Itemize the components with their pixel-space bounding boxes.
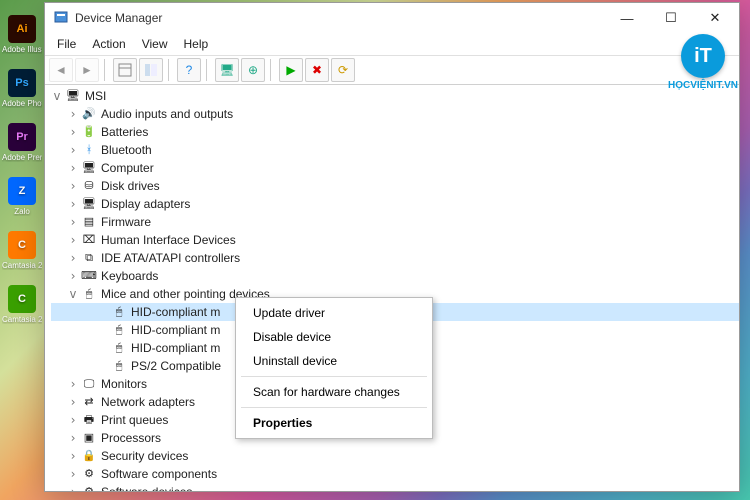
enable-button[interactable]: ▶ (279, 58, 303, 82)
app-icon (53, 10, 69, 26)
window-title: Device Manager (75, 11, 605, 25)
watermark-text: HỌCVIỆNIT.VN (660, 80, 746, 91)
tree-item[interactable]: ›ᚼBluetooth (51, 141, 739, 159)
tree-item[interactable]: ›⚙Software devices (51, 483, 739, 491)
uninstall-button[interactable]: ✖ (305, 58, 329, 82)
menu-item-update-driver[interactable]: Update driver (239, 301, 429, 325)
tree-item[interactable]: ›🔒Security devices (51, 447, 739, 465)
add-hardware-button[interactable]: ⊕ (241, 58, 265, 82)
watermark-badge: iT (681, 34, 725, 78)
separator (168, 59, 172, 81)
menu-action[interactable]: Action (84, 35, 133, 53)
menu-item-properties[interactable]: Properties (239, 411, 429, 435)
context-menu: Update driverDisable deviceUninstall dev… (235, 297, 433, 439)
desktop-icon[interactable]: ZZalo (4, 172, 40, 220)
tree-item[interactable]: ›⌧Human Interface Devices (51, 231, 739, 249)
menubar: FileActionViewHelp (45, 33, 739, 55)
tree-item[interactable]: ›▤Firmware (51, 213, 739, 231)
menu-item-scan-for-hardware-changes[interactable]: Scan for hardware changes (239, 380, 429, 404)
tree-item[interactable]: ›🔊Audio inputs and outputs (51, 105, 739, 123)
titlebar: Device Manager — ☐ ✕ (45, 3, 739, 33)
separator (270, 59, 274, 81)
menu-file[interactable]: File (49, 35, 84, 53)
desktop-icon[interactable]: CCamtasia 20 (4, 226, 40, 274)
tree-item[interactable]: ›🖥Display adapters (51, 195, 739, 213)
tree-item[interactable]: ›⌨Keyboards (51, 267, 739, 285)
desktop-icons-column: AiAdobe Illustrator PsAdobe Photoshop PrAd… (0, 0, 44, 500)
desktop-icon[interactable]: PrAdobe Premiere (4, 118, 40, 166)
watermark: iT HỌCVIỆNIT.VN (660, 34, 746, 91)
update-driver-button[interactable]: ⟳ (331, 58, 355, 82)
tree-root[interactable]: v🖥MSI (51, 87, 739, 105)
menu-item-disable-device[interactable]: Disable device (239, 325, 429, 349)
view-button[interactable] (139, 58, 163, 82)
overlay-text: oc (700, 385, 746, 422)
close-button[interactable]: ✕ (693, 3, 737, 33)
separator (104, 59, 108, 81)
menu-item-uninstall-device[interactable]: Uninstall device (239, 349, 429, 373)
tree-item[interactable]: ›⛁Disk drives (51, 177, 739, 195)
forward-button[interactable]: ► (75, 58, 99, 82)
tree-item[interactable]: ›🔋Batteries (51, 123, 739, 141)
minimize-button[interactable]: — (605, 3, 649, 33)
back-button[interactable]: ◄ (49, 58, 73, 82)
toolbar: ◄ ► ? 🖥 ⊕ ▶ ✖ ⟳ (45, 55, 739, 85)
menu-help[interactable]: Help (176, 35, 217, 53)
desktop-icon[interactable]: PsAdobe Photoshop (4, 64, 40, 112)
desktop-icon[interactable]: CCamtasia 20 (4, 280, 40, 328)
scan-button[interactable]: 🖥 (215, 58, 239, 82)
show-hidden-button[interactable] (113, 58, 137, 82)
menu-view[interactable]: View (134, 35, 176, 53)
separator (206, 59, 210, 81)
tree-item[interactable]: ›⚙Software components (51, 465, 739, 483)
tree-item[interactable]: ›🖥Computer (51, 159, 739, 177)
tree-item[interactable]: ›⧉IDE ATA/ATAPI controllers (51, 249, 739, 267)
desktop-icon[interactable]: AiAdobe Illustrator (4, 10, 40, 58)
maximize-button[interactable]: ☐ (649, 3, 693, 33)
help-button[interactable]: ? (177, 58, 201, 82)
